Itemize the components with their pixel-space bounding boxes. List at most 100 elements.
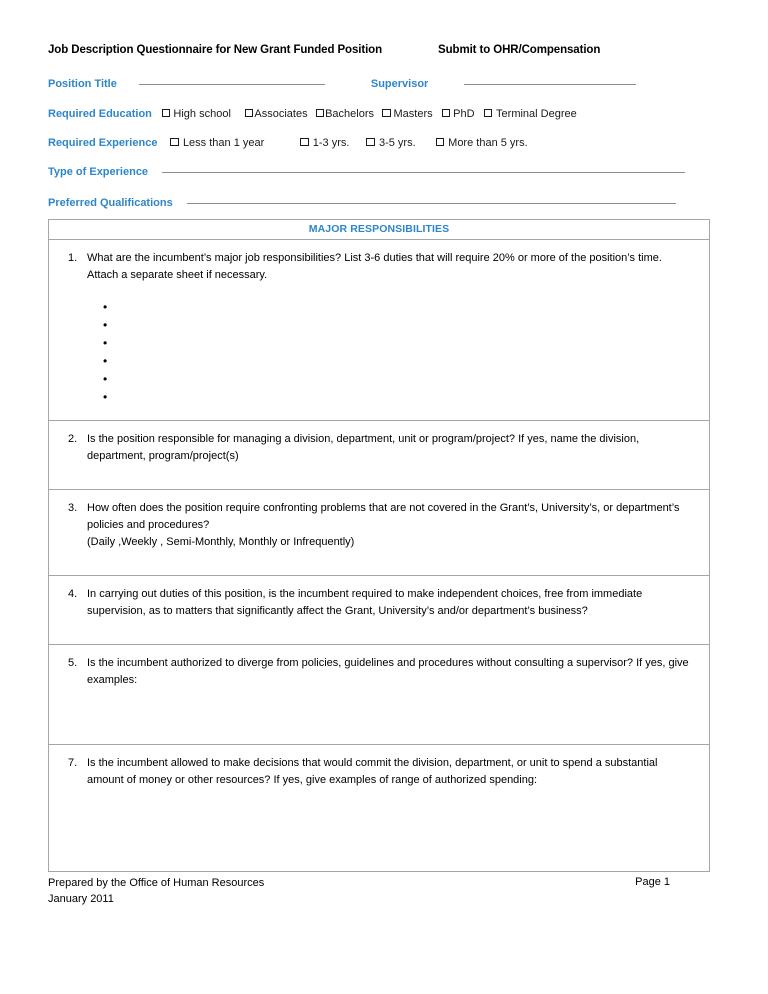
question-2: 2. Is the position responsible for manag…	[63, 431, 693, 465]
question-text: Is the position responsible for managing…	[87, 433, 640, 463]
question-5-cell[interactable]: 5. Is the incumbent authorized to diverg…	[48, 644, 710, 745]
major-responsibilities-table: MAJOR RESPONSIBILITIES 1. What are the i…	[48, 219, 710, 872]
supervisor-input[interactable]	[464, 84, 637, 85]
checkbox-icon[interactable]	[170, 137, 179, 146]
footer-date: January 2011	[48, 892, 114, 905]
checkbox-icon[interactable]	[366, 137, 375, 146]
preferred-qualifications-label: Preferred Qualifications	[48, 197, 173, 209]
checkbox-high-school[interactable]: High school	[161, 108, 231, 120]
table-header-row: MAJOR RESPONSIBILITIES	[48, 219, 710, 240]
checkbox-label: 1-3 yrs.	[312, 137, 350, 149]
page-footer: Prepared by the Office of Human Resource…	[48, 876, 708, 908]
page-title: Job Description Questionnaire for New Gr…	[48, 44, 383, 56]
list-item[interactable]	[103, 352, 693, 370]
required-education-row: Required Education High school Associate…	[48, 108, 708, 120]
checkbox-icon[interactable]	[244, 108, 254, 117]
question-4-cell[interactable]: 4. In carrying out duties of this positi…	[48, 575, 710, 646]
question-1-bullet-list	[63, 298, 693, 406]
checkbox-icon[interactable]	[161, 108, 171, 117]
table-row: 4. In carrying out duties of this positi…	[48, 575, 710, 646]
type-of-experience-label: Type of Experience	[48, 166, 149, 178]
checkbox-terminal-degree[interactable]: Terminal Degree	[483, 108, 577, 120]
type-of-experience-row: Type of Experience	[48, 166, 708, 178]
checkbox-associates[interactable]: Associates	[244, 108, 308, 120]
answer-area[interactable]	[63, 789, 693, 861]
question-text-main: How often does the position require conf…	[87, 502, 680, 532]
footer-left: Prepared by the Office of Human Resource…	[48, 876, 264, 908]
list-item[interactable]	[103, 298, 693, 316]
prepared-by-text: Prepared by the Office of Human Resource…	[48, 876, 265, 889]
question-text: Is the incumbent allowed to make decisio…	[87, 756, 658, 786]
checkbox-label: 3-5 yrs.	[378, 137, 416, 149]
checkbox-label: Bachelors	[325, 108, 375, 120]
answer-area[interactable]	[63, 690, 693, 734]
checkbox-label: Terminal Degree	[496, 108, 577, 120]
checkbox-icon[interactable]	[382, 108, 391, 117]
question-number: 1.	[68, 252, 78, 264]
checkbox-icon[interactable]	[435, 137, 445, 146]
question-number: 4.	[68, 588, 78, 601]
page-number: Page 1	[635, 875, 670, 888]
checkbox-1-3-yrs[interactable]: 1-3 yrs.	[300, 137, 349, 149]
checkbox-more-than-5-yrs[interactable]: More than 5 yrs.	[435, 137, 528, 149]
checkbox-label: High school	[173, 108, 231, 120]
checkbox-label: PhD	[453, 108, 475, 120]
type-of-experience-input[interactable]	[162, 172, 686, 173]
checkbox-masters[interactable]: Masters	[382, 108, 433, 120]
table-row: 3. How often does the position require c…	[48, 489, 710, 577]
preferred-qualifications-input[interactable]	[186, 203, 676, 204]
checkbox-phd[interactable]: PhD	[441, 108, 475, 120]
answer-area[interactable]	[63, 551, 693, 565]
checkbox-less-than-1-year[interactable]: Less than 1 year	[170, 137, 264, 149]
question-2-cell[interactable]: 2. Is the position responsible for manag…	[48, 420, 710, 491]
question-number: 3.	[68, 502, 78, 515]
document-header: Job Description Questionnaire for New Gr…	[48, 44, 708, 56]
question-7: 7. Is the incumbent allowed to make deci…	[63, 755, 693, 789]
table-row: 7. Is the incumbent allowed to make deci…	[48, 743, 710, 872]
question-4: 4. In carrying out duties of this positi…	[63, 586, 693, 620]
question-text: What are the incumbent’s major job respo…	[87, 252, 662, 282]
checkbox-icon[interactable]	[300, 137, 309, 146]
preferred-qualifications-row: Preferred Qualifications	[48, 197, 708, 209]
checkbox-label: Masters	[393, 108, 433, 120]
question-3-cell[interactable]: 3. How often does the position require c…	[48, 489, 710, 577]
question-1-cell[interactable]: 1. What are the incumbent’s major job re…	[48, 238, 710, 422]
question-3: 3. How often does the position require c…	[63, 500, 693, 551]
required-experience-label: Required Experience	[48, 137, 158, 149]
question-text: In carrying out duties of this position,…	[87, 588, 643, 618]
list-item[interactable]	[103, 388, 693, 406]
checkbox-label: Associates	[254, 108, 308, 120]
checkbox-icon[interactable]	[441, 108, 451, 117]
table-header-label: MAJOR RESPONSIBILITIES	[48, 219, 710, 240]
answer-area[interactable]	[63, 620, 693, 634]
list-item[interactable]	[103, 334, 693, 352]
table-row: 2. Is the position responsible for manag…	[48, 420, 710, 491]
checkbox-icon[interactable]	[315, 108, 325, 117]
question-7-cell[interactable]: 7. Is the incumbent allowed to make deci…	[48, 743, 710, 872]
question-number: 2.	[68, 433, 78, 446]
table-row: 5. Is the incumbent authorized to diverg…	[48, 644, 710, 745]
document-page: Job Description Questionnaire for New Gr…	[0, 0, 768, 994]
checkbox-3-5-yrs[interactable]: 3-5 yrs.	[366, 137, 416, 149]
question-number: 5.	[68, 657, 78, 670]
checkbox-icon[interactable]	[483, 108, 493, 117]
supervisor-label: Supervisor	[370, 78, 429, 90]
question-number: 7.	[68, 756, 78, 769]
required-experience-row: Required Experience Less than 1 year 1-3…	[48, 137, 708, 149]
list-item[interactable]	[103, 370, 693, 388]
answer-area[interactable]	[63, 465, 693, 479]
question-text: Is the incumbent authorized to diverge f…	[87, 657, 689, 687]
required-education-label: Required Education	[48, 108, 152, 120]
table-row: 1. What are the incumbent’s major job re…	[48, 238, 710, 422]
list-item[interactable]	[103, 316, 693, 334]
question-5: 5. Is the incumbent authorized to diverg…	[63, 655, 693, 689]
question-text-sub: (Daily ,Weekly , Semi-Monthly, Monthly o…	[87, 536, 355, 549]
question-text: How often does the position require conf…	[87, 500, 693, 551]
question-1: 1. What are the incumbent’s major job re…	[63, 250, 693, 284]
checkbox-bachelors[interactable]: Bachelors	[315, 108, 375, 120]
submit-to-label: Submit to OHR/Compensation	[438, 44, 601, 56]
position-title-input[interactable]	[138, 84, 325, 85]
position-title-label: Position Title	[48, 78, 117, 90]
position-supervisor-row: Position Title Supervisor	[48, 78, 708, 90]
checkbox-label: Less than 1 year	[182, 137, 265, 149]
